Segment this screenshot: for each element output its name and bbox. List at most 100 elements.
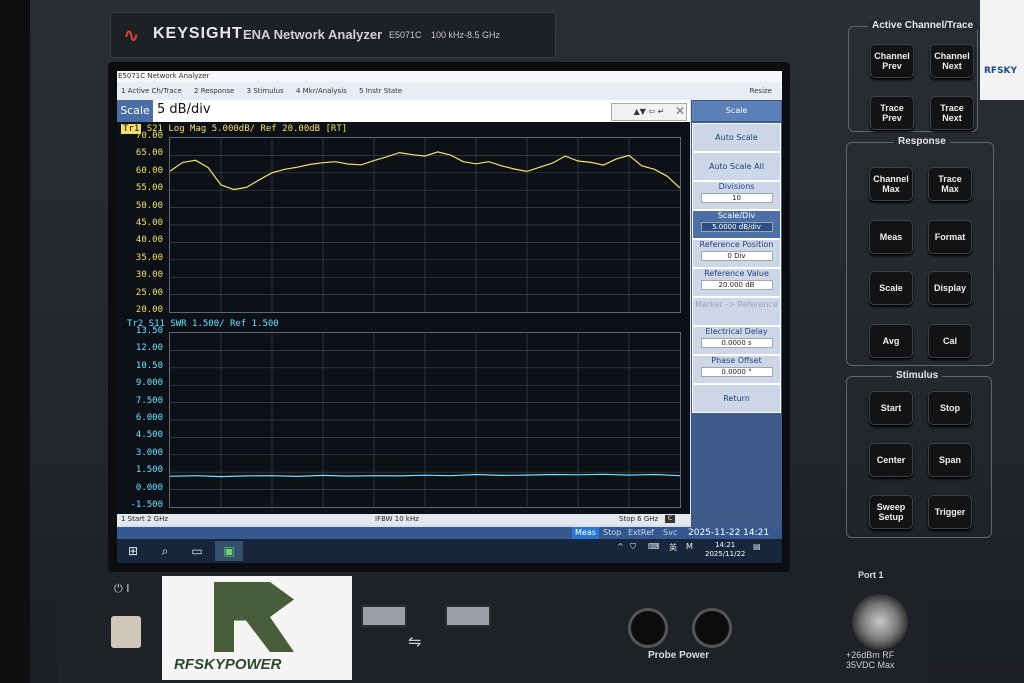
app-icon: ▣	[223, 544, 235, 558]
softkey-label: Auto Scale	[715, 133, 758, 142]
span-button[interactable]: Span	[928, 443, 972, 477]
ime-mode[interactable]: M	[686, 542, 693, 551]
ime-language[interactable]: 英	[669, 542, 677, 553]
entry-value-field[interactable]: 5 dB/div	[157, 102, 211, 117]
softkey-value: 0.0000 s	[700, 338, 773, 348]
channel-next-button[interactable]: Channel Next	[930, 44, 974, 78]
svc-indicator: Svc	[663, 528, 678, 537]
port-spec-dc: 35VDC Max	[846, 660, 895, 670]
display-button[interactable]: Display	[928, 271, 972, 305]
brand-name: KEYSIGHT	[153, 25, 243, 42]
plot-area: Tr1 S21 Log Mag 5.000dB/ Ref 20.00dB [RT…	[117, 122, 690, 514]
port-spec-rf: +26dBm RF	[846, 650, 895, 660]
channel-max-button[interactable]: Channel Max	[869, 167, 913, 201]
y-tick-label: 25.00	[135, 287, 163, 298]
softkey-reference-position[interactable]: Reference Position 0 Div	[692, 239, 781, 268]
start-button[interactable]: Start	[869, 391, 913, 425]
network-icon[interactable]: ⛉	[630, 542, 636, 552]
windows-start-icon[interactable]: ⊞	[125, 543, 141, 559]
rack-frame	[0, 0, 30, 683]
meas-button[interactable]: Meas	[869, 220, 913, 254]
instrument-panel: ∿ KEYSIGHT ENA Network Analyzer E5071C 1…	[0, 0, 1024, 683]
softkey-value: 0 Div	[700, 251, 773, 261]
softkey-auto-scale-all[interactable]: Auto Scale All	[692, 152, 781, 181]
stop-button[interactable]: Stop	[928, 391, 972, 425]
keyboard-icon[interactable]: ⌨	[648, 542, 660, 551]
product-name: ENA Network Analyzer	[243, 27, 383, 42]
model-number: E5071C	[389, 30, 422, 40]
y-tick-label: 40.00	[135, 235, 163, 246]
resize-button[interactable]: Resize	[750, 82, 772, 100]
softkey-reference-value[interactable]: Reference Value 20.000 dB	[692, 268, 781, 297]
network-analyzer-app-icon[interactable]: ▣	[215, 541, 243, 561]
start-freq: 1 Start 2 GHz	[121, 515, 169, 523]
softkey-phase-offset[interactable]: Phase Offset 0.0000 °	[692, 355, 781, 384]
search-icon[interactable]: ⌕	[157, 543, 173, 559]
task-view-icon[interactable]: ▭	[189, 543, 205, 559]
menu-stimulus[interactable]: 3 Stimulus	[247, 87, 284, 95]
meas-indicator: Meas	[572, 527, 599, 539]
softkey-label: Reference Value	[704, 269, 769, 278]
stop-indicator: Stop	[603, 528, 622, 537]
ifbw: IFBW 10 kHz	[375, 515, 419, 523]
extref-indicator: ExtRef	[628, 528, 654, 537]
analyzer-screen: E5071C Network Analyzer 1 Active Ch/Trac…	[117, 71, 782, 563]
softkey-label: Phase Offset	[711, 356, 762, 365]
usb-port-2[interactable]	[445, 605, 491, 627]
close-icon[interactable]: ✕	[673, 103, 687, 119]
grid-lines	[170, 333, 680, 507]
menu-active-ch[interactable]: 1 Active Ch/Trace	[121, 87, 182, 95]
y-tick-label: -1.500	[130, 500, 163, 510]
taskbar-time: 14:21	[715, 541, 736, 549]
softkey-divisions[interactable]: Divisions 10	[692, 181, 781, 210]
scale-button[interactable]: Scale	[869, 271, 913, 305]
channel-prev-button[interactable]: Channel Prev	[870, 44, 914, 78]
softkey-label: Electrical Delay	[705, 327, 768, 336]
rfskypower-logo-plate: RFSKYPOWER	[162, 576, 352, 680]
softkey-electrical-delay[interactable]: Electrical Delay 0.0000 s	[692, 326, 781, 355]
power-button[interactable]	[111, 616, 141, 648]
port1-connector[interactable]	[852, 594, 908, 650]
softkey-header: Scale	[692, 101, 781, 121]
sweep-setup-button[interactable]: Sweep Setup	[869, 495, 913, 529]
entry-label: Scale	[117, 100, 153, 122]
y-tick-label: 9.000	[135, 378, 163, 389]
grid-lines	[170, 138, 680, 312]
y-tick-label: 65.00	[135, 148, 163, 159]
logo-text: RFSKYPOWER	[174, 656, 282, 673]
format-button[interactable]: Format	[928, 220, 972, 254]
trigger-button[interactable]: Trigger	[928, 495, 972, 529]
softkey-marker-reference[interactable]: Marker -> Reference	[692, 297, 781, 326]
menu-response[interactable]: 2 Response	[194, 87, 234, 95]
cal-button[interactable]: Cal	[928, 324, 972, 358]
y-tick-label: 30.00	[135, 270, 163, 281]
trace-prev-button[interactable]: Trace Prev	[870, 96, 914, 130]
window-title: E5071C Network Analyzer	[118, 72, 210, 80]
notifications-icon[interactable]: ▤	[753, 542, 761, 551]
y-tick-label: 4.500	[135, 430, 163, 441]
probe-power-port-1[interactable]	[628, 608, 668, 648]
y-tick-label: 50.00	[135, 200, 163, 211]
menu-instr-state[interactable]: 5 Instr State	[359, 87, 402, 95]
softkey-scale-div[interactable]: Scale/Div 5.0000 dB/div	[692, 210, 781, 239]
usb-port-1[interactable]	[361, 605, 407, 627]
avg-button[interactable]: Avg	[869, 324, 913, 358]
channel-box: C	[665, 515, 675, 523]
softkey-auto-scale[interactable]: Auto Scale	[692, 123, 781, 152]
y-tick-label: 20.00	[135, 305, 163, 315]
keysight-logo-icon: ∿	[123, 23, 140, 47]
menu-mkr-analysis[interactable]: 4 Mkr/Analysis	[296, 87, 347, 95]
trace-next-button[interactable]: Trace Next	[930, 96, 974, 130]
probe-power-port-2[interactable]	[692, 608, 732, 648]
logo-r-icon	[214, 582, 294, 652]
taskbar-clock[interactable]: 14:21 2025/11/22	[705, 541, 745, 559]
response-title: Response	[894, 136, 950, 147]
softkey-return[interactable]: Return	[692, 384, 781, 413]
trace2-graph	[169, 332, 681, 508]
softkey-value: 0.0000 °	[700, 367, 773, 377]
tray-chevron-icon[interactable]: ^	[617, 542, 624, 551]
trace-max-button[interactable]: Trace Max	[928, 167, 972, 201]
status-strip: 1 Start 2 GHz IFBW 10 kHz Stop 6 GHz C	[117, 514, 690, 525]
trace1-graph	[169, 137, 681, 313]
center-button[interactable]: Center	[869, 443, 913, 477]
